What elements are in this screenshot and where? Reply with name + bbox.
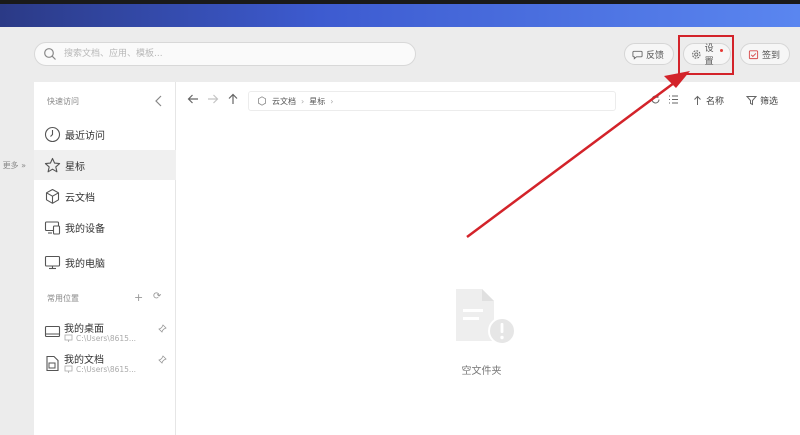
location-name: 我的文档 bbox=[64, 355, 104, 366]
calendar-check-icon bbox=[748, 49, 759, 59]
common-locations-title: 常用位置 bbox=[47, 294, 79, 303]
content-toolbar: 云文档 › 星标 › 名称 筛选 bbox=[176, 82, 800, 120]
filter-label: 筛选 bbox=[760, 97, 779, 107]
refresh-button[interactable] bbox=[650, 94, 661, 105]
refresh-icon[interactable]: ⟳ bbox=[153, 291, 161, 302]
document-folder-icon bbox=[46, 355, 59, 372]
file-browser-panel: 快速访问 最近访问 星标 云文档 我的设备 我的电脑 常用位置 + ⟳ 我的桌面 bbox=[34, 82, 800, 435]
location-path: C:\Users\8615... bbox=[76, 365, 137, 374]
computer-small-icon bbox=[64, 365, 73, 373]
window-title-strip bbox=[0, 0, 800, 4]
clock-icon bbox=[44, 126, 61, 142]
feedback-label: 反馈 bbox=[646, 50, 665, 61]
window-top-bar bbox=[0, 0, 800, 27]
cube-icon bbox=[258, 96, 266, 106]
empty-folder-icon bbox=[456, 289, 516, 345]
computer-small-icon bbox=[64, 334, 73, 342]
sidebar-item-label: 我的设备 bbox=[65, 223, 105, 235]
sidebar-item-my-computer[interactable]: 我的电脑 bbox=[34, 247, 176, 277]
feedback-button[interactable]: 反馈 bbox=[624, 43, 674, 65]
sidebar-item-label: 星标 bbox=[65, 161, 85, 173]
location-item-documents[interactable]: 我的文档 C:\Users\8615... bbox=[34, 348, 176, 378]
location-path: C:\Users\8615... bbox=[76, 334, 137, 343]
chat-bubble-icon bbox=[632, 50, 643, 60]
breadcrumb[interactable]: 云文档 › 星标 › bbox=[248, 91, 616, 111]
location-item-desktop[interactable]: 我的桌面 C:\Users\8615... bbox=[34, 317, 176, 347]
location-name: 我的桌面 bbox=[64, 324, 104, 335]
sort-arrow-icon bbox=[694, 95, 701, 105]
sort-label: 名称 bbox=[706, 97, 725, 107]
monitor-icon bbox=[44, 255, 61, 269]
checkin-label: 签到 bbox=[762, 50, 781, 61]
breadcrumb-item[interactable]: 星标 bbox=[309, 96, 325, 107]
settings-highlight-box bbox=[678, 35, 734, 75]
pin-icon[interactable] bbox=[158, 355, 167, 364]
breadcrumb-separator-icon: › bbox=[330, 96, 334, 106]
quick-access-title: 快速访问 bbox=[47, 97, 79, 106]
more-link[interactable]: 更多 » bbox=[0, 160, 26, 171]
forward-arrow-icon[interactable] bbox=[206, 92, 220, 106]
sidebar-item-label: 最近访问 bbox=[65, 130, 105, 142]
sidebar: 快速访问 最近访问 星标 云文档 我的设备 我的电脑 常用位置 + ⟳ 我的桌面 bbox=[34, 82, 176, 435]
list-view-button[interactable] bbox=[668, 94, 679, 105]
sidebar-item-cloud-docs[interactable]: 云文档 bbox=[34, 181, 176, 211]
sidebar-item-starred[interactable]: 星标 bbox=[34, 150, 176, 180]
search-input[interactable] bbox=[62, 48, 396, 60]
list-icon bbox=[669, 95, 678, 104]
search-box[interactable] bbox=[34, 42, 416, 66]
breadcrumb-separator-icon: › bbox=[301, 96, 305, 106]
search-icon bbox=[44, 48, 56, 60]
devices-icon bbox=[44, 220, 61, 235]
back-arrow-icon[interactable] bbox=[186, 92, 200, 106]
up-arrow-icon[interactable] bbox=[226, 92, 240, 106]
sort-button[interactable]: 名称 bbox=[692, 94, 724, 107]
breadcrumb-item[interactable]: 云文档 bbox=[272, 96, 296, 107]
filter-button[interactable]: 筛选 bbox=[746, 94, 778, 107]
sidebar-item-recent[interactable]: 最近访问 bbox=[34, 119, 176, 149]
sidebar-item-label: 云文档 bbox=[65, 192, 95, 204]
star-icon bbox=[44, 157, 61, 172]
desktop-icon bbox=[44, 325, 61, 338]
pin-icon[interactable] bbox=[158, 324, 167, 333]
filter-icon bbox=[746, 96, 757, 106]
sidebar-item-label: 我的电脑 bbox=[65, 258, 105, 270]
add-location-icon[interactable]: + bbox=[134, 291, 143, 304]
cube-icon bbox=[45, 188, 60, 204]
empty-folder-label: 空文件夹 bbox=[461, 366, 502, 377]
checkin-button[interactable]: 签到 bbox=[740, 43, 790, 65]
chevron-left-icon[interactable] bbox=[154, 95, 164, 107]
sidebar-item-my-devices[interactable]: 我的设备 bbox=[34, 212, 176, 242]
refresh-icon bbox=[651, 95, 660, 104]
